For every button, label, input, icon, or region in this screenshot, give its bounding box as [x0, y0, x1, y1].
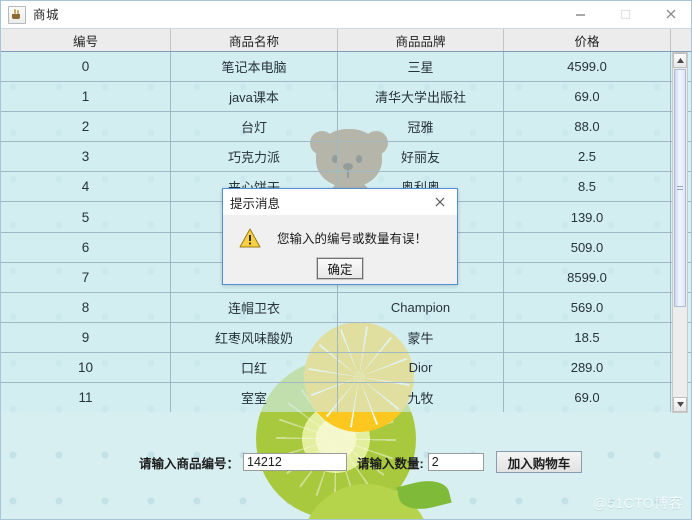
close-icon[interactable] [423, 190, 457, 215]
product-id-input[interactable] [243, 453, 348, 471]
cell-id[interactable]: 3 [1, 142, 171, 172]
cell-id[interactable]: 10 [1, 352, 171, 383]
cell-price[interactable]: 569.0 [504, 292, 671, 322]
column-header-name[interactable]: 商品名称 [171, 29, 338, 51]
table-header-row: 编号 商品名称 商品品牌 价格 [1, 29, 691, 52]
cell-id[interactable]: 1 [1, 82, 171, 112]
cell-price[interactable]: 289.0 [504, 352, 671, 383]
dialog-titlebar: 提示消息 [223, 189, 457, 215]
maximize-icon[interactable] [603, 1, 648, 28]
cell-price[interactable]: 4599.0 [504, 52, 671, 82]
dialog-title: 提示消息 [230, 196, 281, 211]
cell-brand[interactable]: 清华大学出版社 [338, 82, 504, 112]
cell-price[interactable]: 18.5 [504, 322, 671, 352]
cell-brand[interactable]: 三星 [338, 52, 504, 82]
cell-price[interactable]: 88.0 [504, 112, 671, 142]
cell-name[interactable]: 台灯 [171, 112, 338, 142]
table-row[interactable]: 1 java课本 清华大学出版社 69.0 [1, 82, 691, 113]
quantity-input[interactable] [427, 453, 484, 471]
application-window: 商城 编号 商品名称 商品品牌 价格 0 笔记本电脑 三星 4599.0 1 j… [0, 0, 692, 520]
warning-triangle-icon [239, 228, 261, 248]
vertical-scrollbar[interactable] [672, 52, 688, 413]
cell-id[interactable]: 4 [1, 172, 171, 202]
cell-brand[interactable]: 好丽友 [338, 142, 504, 172]
column-header-price[interactable]: 价格 [504, 29, 671, 51]
cell-id[interactable]: 2 [1, 112, 171, 142]
cell-name[interactable]: 口红 [171, 352, 338, 383]
cell-brand[interactable]: 冠雅 [338, 112, 504, 142]
cell-brand[interactable]: 九牧 [338, 383, 504, 412]
cell-price[interactable]: 139.0 [504, 202, 671, 232]
watermark: @51CTO博客 [592, 495, 683, 511]
table-row[interactable]: 0 笔记本电脑 三星 4599.0 [1, 52, 691, 83]
table-row[interactable]: 8 连帽卫衣 Champion 569.0 [1, 292, 691, 323]
table-row[interactable]: 3 巧克力派 好丽友 2.5 [1, 142, 691, 173]
cell-price[interactable]: 8.5 [504, 172, 671, 202]
scroll-down-icon[interactable] [673, 397, 687, 412]
table-row[interactable]: 11 室室 九牧 69.0 [1, 383, 691, 412]
table-row[interactable]: 10 口红 Dior 289.0 [1, 352, 691, 384]
dialog-body: 您输入的编号或数量有误！ [223, 215, 457, 260]
column-header-filler [671, 29, 691, 51]
table-row[interactable]: 2 台灯 冠雅 88.0 [1, 112, 691, 143]
cell-name[interactable]: 巧克力派 [171, 142, 338, 172]
cell-brand[interactable]: Champion [338, 292, 504, 322]
table-row[interactable]: 9 红枣风味酸奶 蒙牛 18.5 [1, 322, 691, 353]
product-id-label: 请输入商品编号： [139, 456, 240, 471]
cell-id[interactable]: 7 [1, 262, 171, 292]
dialog-ok-button[interactable]: 确定 [316, 257, 364, 280]
cell-brand[interactable]: 蒙牛 [338, 322, 504, 352]
cell-id[interactable]: 8 [1, 292, 171, 322]
cell-price[interactable]: 8599.0 [504, 262, 671, 292]
dialog-message: 您输入的编号或数量有误！ [277, 232, 428, 246]
cell-price[interactable]: 2.5 [504, 142, 671, 172]
column-header-brand[interactable]: 商品品牌 [338, 29, 504, 51]
column-header-id[interactable]: 编号 [1, 29, 171, 51]
cell-id[interactable]: 6 [1, 232, 171, 262]
cell-id[interactable]: 5 [1, 202, 171, 232]
message-dialog: 提示消息 您输入的编号或数量有误！ 确定 [222, 188, 458, 285]
cell-name[interactable]: 连帽卫衣 [171, 292, 338, 322]
cell-name[interactable]: 红枣风味酸奶 [171, 322, 338, 352]
add-to-cart-button[interactable]: 加入购物车 [495, 451, 583, 473]
quantity-label: 请输入数量: [357, 456, 424, 471]
cell-id[interactable]: 11 [1, 383, 171, 412]
cell-price[interactable]: 509.0 [504, 232, 671, 262]
cell-name[interactable]: java课本 [171, 82, 338, 112]
cell-id[interactable]: 0 [1, 52, 171, 82]
cell-name[interactable]: 室室 [171, 383, 338, 412]
bottom-control-panel: 请输入商品编号： 请输入数量: 加入购物车 @51CTO博客 [1, 413, 691, 519]
window-controls [558, 1, 691, 29]
cell-id[interactable]: 9 [1, 322, 171, 352]
cell-price[interactable]: 69.0 [504, 82, 671, 112]
window-titlebar: 商城 [1, 1, 691, 29]
cell-price[interactable]: 69.0 [504, 383, 671, 412]
scrollbar-thumb[interactable] [674, 69, 686, 307]
java-cup-icon [8, 5, 26, 24]
window-title: 商城 [33, 7, 60, 22]
cell-brand[interactable]: Dior [338, 352, 504, 383]
close-icon[interactable] [648, 1, 691, 28]
scroll-up-icon[interactable] [673, 53, 687, 68]
minimize-icon[interactable] [558, 1, 603, 28]
cell-name[interactable]: 笔记本电脑 [171, 52, 338, 82]
dialog-footer: 确定 [223, 257, 457, 280]
